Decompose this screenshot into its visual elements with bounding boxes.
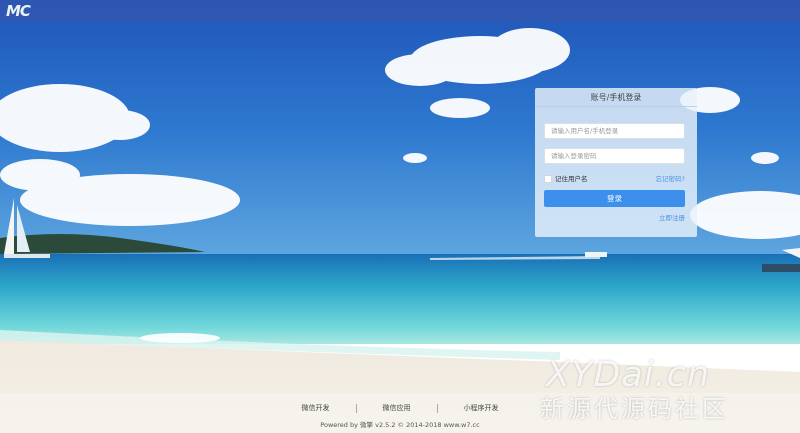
login-card: 账号/手机登录 请输入用户名/手机登录 请输入登录密码 记住用户名 忘记密码? … [535,88,697,237]
remember-label[interactable]: 记住用户名 [555,174,588,184]
logo[interactable]: MC [6,2,31,20]
footer-link-wechat-apps[interactable]: 微信应用 [357,403,437,413]
password-input[interactable]: 请输入登录密码 [544,148,685,164]
footer-link-miniprogram[interactable]: 小程序开发 [438,403,525,413]
watermark-site-name: 新源代源码社区 [540,395,729,423]
login-button[interactable]: 登录 [544,190,685,207]
watermark: XYDai.cn 新源代源码社区 [540,355,770,425]
watermark-domain: XYDai.cn [546,355,711,395]
remember-checkbox[interactable] [544,175,552,183]
card-divider [535,106,697,107]
login-title: 账号/手机登录 [590,93,642,102]
forgot-password-link[interactable]: 忘记密码? [656,174,685,184]
top-bar: MC [0,0,800,22]
remember-row: 记住用户名 [544,174,588,184]
footer-link-wechat-dev[interactable]: 微信开发 [276,403,356,413]
username-input[interactable]: 请输入用户名/手机登录 [544,123,685,139]
register-link[interactable]: 立即注册 [659,213,685,223]
